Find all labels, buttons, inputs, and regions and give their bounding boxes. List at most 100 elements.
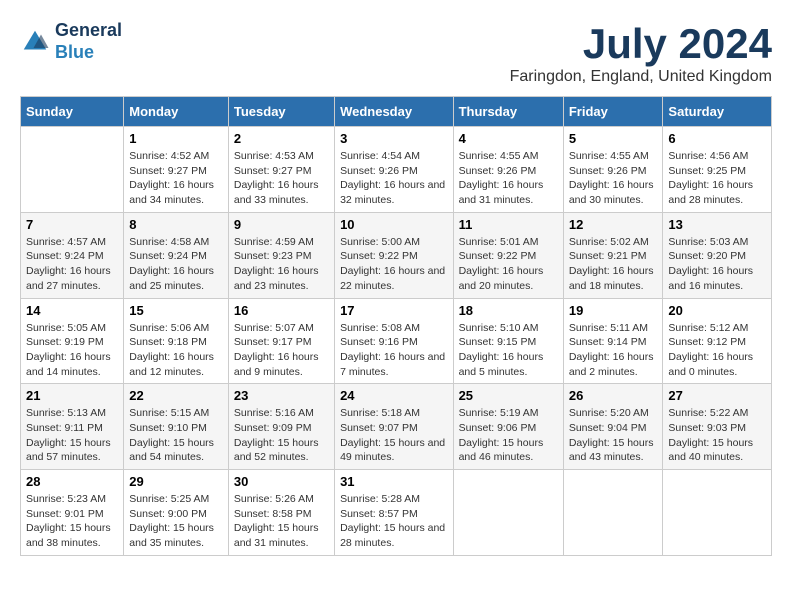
col-wednesday: Wednesday — [335, 97, 453, 127]
week-row-5: 28 Sunrise: 5:23 AM Sunset: 9:01 PM Dayli… — [21, 470, 772, 556]
day-info: Sunrise: 4:53 AM Sunset: 9:27 PM Dayligh… — [234, 149, 329, 208]
col-thursday: Thursday — [453, 97, 563, 127]
main-title: July 2024 — [510, 20, 772, 68]
cell-w3-d1: 14 Sunrise: 5:05 AM Sunset: 9:19 PM Dayli… — [21, 298, 124, 384]
day-number: 6 — [668, 131, 766, 146]
cell-w2-d4: 10Sunrise: 5:00 AM Sunset: 9:22 PM Dayli… — [335, 212, 453, 298]
cell-w1-d7: 6Sunrise: 4:56 AM Sunset: 9:25 PM Daylig… — [663, 127, 772, 213]
day-info: Sunrise: 4:57 AM Sunset: 9:24 PM Dayligh… — [26, 235, 118, 294]
header-row: Sunday Monday Tuesday Wednesday Thursday… — [21, 97, 772, 127]
day-info: Sunrise: 5:08 AM Sunset: 9:16 PM Dayligh… — [340, 321, 447, 380]
day-info: Sunrise: 5:02 AM Sunset: 9:21 PM Dayligh… — [569, 235, 658, 294]
day-info: Sunrise: 5:15 AM Sunset: 9:10 PM Dayligh… — [129, 406, 223, 465]
day-info: Sunrise: 5:16 AM Sunset: 9:09 PM Dayligh… — [234, 406, 329, 465]
day-info: Sunrise: 4:52 AM Sunset: 9:27 PM Dayligh… — [129, 149, 223, 208]
day-number: 26 — [569, 388, 658, 403]
cell-w1-d5: 4 Sunrise: 4:55 AM Sunset: 9:26 PM Daylig… — [453, 127, 563, 213]
cell-w5-d7 — [663, 470, 772, 556]
day-number: 22 — [129, 388, 223, 403]
cell-w4-d1: 21Sunrise: 5:13 AM Sunset: 9:11 PM Dayli… — [21, 384, 124, 470]
day-info: Sunrise: 5:05 AM Sunset: 9:19 PM Dayligh… — [26, 321, 118, 380]
logo-text-line1: General — [55, 20, 122, 42]
day-number: 4 — [459, 131, 558, 146]
cell-w2-d1: 7Sunrise: 4:57 AM Sunset: 9:24 PM Daylig… — [21, 212, 124, 298]
cell-w3-d3: 16Sunrise: 5:07 AM Sunset: 9:17 PM Dayli… — [228, 298, 334, 384]
day-info: Sunrise: 5:22 AM Sunset: 9:03 PM Dayligh… — [668, 406, 766, 465]
day-number: 31 — [340, 474, 447, 489]
cell-w5-d5 — [453, 470, 563, 556]
cell-w4-d5: 25Sunrise: 5:19 AM Sunset: 9:06 PM Dayli… — [453, 384, 563, 470]
week-row-4: 21Sunrise: 5:13 AM Sunset: 9:11 PM Dayli… — [21, 384, 772, 470]
day-number: 10 — [340, 217, 447, 232]
cell-w3-d6: 19Sunrise: 5:11 AM Sunset: 9:14 PM Dayli… — [563, 298, 663, 384]
col-saturday: Saturday — [663, 97, 772, 127]
day-number: 17 — [340, 303, 447, 318]
week-row-3: 14 Sunrise: 5:05 AM Sunset: 9:19 PM Dayli… — [21, 298, 772, 384]
day-number: 8 — [129, 217, 223, 232]
cell-w4-d2: 22 Sunrise: 5:15 AM Sunset: 9:10 PM Dayli… — [124, 384, 229, 470]
cell-w2-d7: 13Sunrise: 5:03 AM Sunset: 9:20 PM Dayli… — [663, 212, 772, 298]
cell-w1-d6: 5 Sunrise: 4:55 AM Sunset: 9:26 PM Daylig… — [563, 127, 663, 213]
cell-w3-d7: 20Sunrise: 5:12 AM Sunset: 9:12 PM Dayli… — [663, 298, 772, 384]
page-container: General Blue July 2024 Faringdon, Englan… — [20, 20, 772, 556]
col-friday: Friday — [563, 97, 663, 127]
col-monday: Monday — [124, 97, 229, 127]
day-number: 5 — [569, 131, 658, 146]
day-info: Sunrise: 4:55 AM Sunset: 9:26 PM Dayligh… — [459, 149, 558, 208]
day-number: 24 — [340, 388, 447, 403]
day-number: 14 — [26, 303, 118, 318]
day-number: 30 — [234, 474, 329, 489]
day-info: Sunrise: 5:07 AM Sunset: 9:17 PM Dayligh… — [234, 321, 329, 380]
cell-w1-d3: 2 Sunrise: 4:53 AM Sunset: 9:27 PM Daylig… — [228, 127, 334, 213]
cell-w1-d1 — [21, 127, 124, 213]
cell-w2-d5: 11 Sunrise: 5:01 AM Sunset: 9:22 PM Dayli… — [453, 212, 563, 298]
day-number: 15 — [129, 303, 223, 318]
day-number: 9 — [234, 217, 329, 232]
cell-w4-d3: 23Sunrise: 5:16 AM Sunset: 9:09 PM Dayli… — [228, 384, 334, 470]
day-number: 11 — [459, 217, 558, 232]
day-number: 18 — [459, 303, 558, 318]
cell-w1-d4: 3 Sunrise: 4:54 AM Sunset: 9:26 PM Daylig… — [335, 127, 453, 213]
week-row-1: 1 Sunrise: 4:52 AM Sunset: 9:27 PM Daylig… — [21, 127, 772, 213]
day-info: Sunrise: 5:18 AM Sunset: 9:07 PM Dayligh… — [340, 406, 447, 465]
cell-w2-d3: 9 Sunrise: 4:59 AM Sunset: 9:23 PM Daylig… — [228, 212, 334, 298]
day-number: 2 — [234, 131, 329, 146]
day-number: 27 — [668, 388, 766, 403]
cell-w5-d4: 31Sunrise: 5:28 AM Sunset: 8:57 PM Dayli… — [335, 470, 453, 556]
cell-w4-d6: 26Sunrise: 5:20 AM Sunset: 9:04 PM Dayli… — [563, 384, 663, 470]
cell-w2-d2: 8Sunrise: 4:58 AM Sunset: 9:24 PM Daylig… — [124, 212, 229, 298]
cell-w5-d1: 28 Sunrise: 5:23 AM Sunset: 9:01 PM Dayli… — [21, 470, 124, 556]
cell-w5-d3: 30 Sunrise: 5:26 AM Sunset: 8:58 PM Dayli… — [228, 470, 334, 556]
day-info: Sunrise: 5:06 AM Sunset: 9:18 PM Dayligh… — [129, 321, 223, 380]
day-info: Sunrise: 5:26 AM Sunset: 8:58 PM Dayligh… — [234, 492, 329, 551]
day-info: Sunrise: 4:54 AM Sunset: 9:26 PM Dayligh… — [340, 149, 447, 208]
cell-w2-d6: 12Sunrise: 5:02 AM Sunset: 9:21 PM Dayli… — [563, 212, 663, 298]
day-info: Sunrise: 5:19 AM Sunset: 9:06 PM Dayligh… — [459, 406, 558, 465]
logo: General Blue — [20, 20, 122, 63]
day-info: Sunrise: 5:25 AM Sunset: 9:00 PM Dayligh… — [129, 492, 223, 551]
cell-w1-d2: 1 Sunrise: 4:52 AM Sunset: 9:27 PM Daylig… — [124, 127, 229, 213]
cell-w3-d5: 18 Sunrise: 5:10 AM Sunset: 9:15 PM Dayli… — [453, 298, 563, 384]
cell-w4-d7: 27 Sunrise: 5:22 AM Sunset: 9:03 PM Dayli… — [663, 384, 772, 470]
day-number: 3 — [340, 131, 447, 146]
day-info: Sunrise: 5:12 AM Sunset: 9:12 PM Dayligh… — [668, 321, 766, 380]
day-number: 1 — [129, 131, 223, 146]
cell-w5-d2: 29 Sunrise: 5:25 AM Sunset: 9:00 PM Dayli… — [124, 470, 229, 556]
day-info: Sunrise: 5:10 AM Sunset: 9:15 PM Dayligh… — [459, 321, 558, 380]
day-info: Sunrise: 5:03 AM Sunset: 9:20 PM Dayligh… — [668, 235, 766, 294]
day-number: 19 — [569, 303, 658, 318]
week-row-2: 7Sunrise: 4:57 AM Sunset: 9:24 PM Daylig… — [21, 212, 772, 298]
logo-icon — [20, 27, 50, 57]
day-info: Sunrise: 5:23 AM Sunset: 9:01 PM Dayligh… — [26, 492, 118, 551]
day-info: Sunrise: 5:01 AM Sunset: 9:22 PM Dayligh… — [459, 235, 558, 294]
logo-text-line2: Blue — [55, 42, 122, 64]
cell-w3-d2: 15 Sunrise: 5:06 AM Sunset: 9:18 PM Dayli… — [124, 298, 229, 384]
calendar-table: Sunday Monday Tuesday Wednesday Thursday… — [20, 96, 772, 556]
day-info: Sunrise: 5:13 AM Sunset: 9:11 PM Dayligh… — [26, 406, 118, 465]
day-info: Sunrise: 4:55 AM Sunset: 9:26 PM Dayligh… — [569, 149, 658, 208]
day-info: Sunrise: 4:59 AM Sunset: 9:23 PM Dayligh… — [234, 235, 329, 294]
day-number: 28 — [26, 474, 118, 489]
day-number: 29 — [129, 474, 223, 489]
cell-w3-d4: 17 Sunrise: 5:08 AM Sunset: 9:16 PM Dayli… — [335, 298, 453, 384]
cell-w5-d6 — [563, 470, 663, 556]
